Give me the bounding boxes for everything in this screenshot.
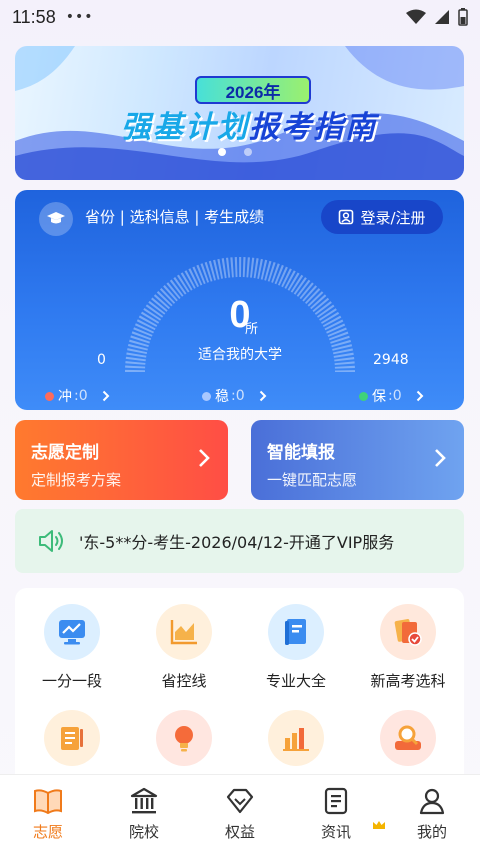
chevron-right-icon [435,449,446,467]
tier-stable[interactable]: 稳 :0 [202,386,267,406]
book-icon [268,604,324,660]
gauge-min: 0 [97,352,106,368]
status-dots: ••• [65,9,94,25]
cards-check-icon [380,604,436,660]
nav-benefits-label: 权益 [224,823,255,841]
notepad-icon [44,710,100,766]
banner-pagination-dots [218,148,252,156]
tool-majors-label: 专业大全 [265,672,326,690]
tier-rush-label: 冲 [58,389,72,405]
user-card-icon [339,209,354,225]
score-card: 省份 | 选科信息 | 考生成绩 登录/注册 0 2948 0 所 适合我的大学… [15,190,464,410]
tool-search-person[interactable] [353,710,463,766]
tier-safe-dot [359,391,368,401]
nav-application-label: 志愿 [32,823,63,841]
tier-stable-label: 稳 [215,389,229,405]
tool-lightbulb[interactable] [129,710,239,766]
tier-rush-dot [45,391,54,401]
tier-rush[interactable]: 冲 :0 [45,386,110,406]
tool-notepad[interactable] [17,710,127,766]
nav-news[interactable]: 资讯 [296,787,376,842]
lightbulb-icon [156,710,212,766]
custom-application-card[interactable]: 志愿定制 定制报考方案 [15,420,228,500]
diamond-icon [226,788,254,814]
wifi-icon [406,9,426,24]
smart-fill-subtitle: 一键匹配志愿 [267,471,358,489]
battery-icon [458,8,468,26]
university-caption: 适合我的大学 [198,347,282,363]
nav-colleges-label: 院校 [128,823,159,841]
nav-benefits[interactable]: 权益 [200,787,280,842]
signal-icon [435,10,449,24]
speaker-icon [39,530,63,552]
tool-bar-chart[interactable] [241,710,351,766]
promo-banner[interactable]: 2026年 强基计划报考指南 [15,46,464,180]
news-icon [324,787,348,815]
nav-colleges[interactable]: 院校 [104,787,184,842]
nav-profile[interactable]: 我的 [392,787,472,842]
custom-application-subtitle: 定制报考方案 [31,471,122,489]
tools-grid: 一分一段 省控线 专业大全 新高考选科 [15,588,464,788]
banner-title-part2: 报考指南 [249,110,377,145]
tool-subject-selection-label: 新高考选科 [370,672,446,690]
tier-stable-dot [202,391,211,401]
announcement-text: '东-5**分-考生-2026/04/12-开通了VIP服务 [79,533,395,552]
tier-safe-count: :0 [388,388,402,404]
exam-info-link[interactable]: 省份 | 选科信息 | 考生成绩 [85,206,264,227]
chevron-right-icon [259,390,267,402]
tier-safe-label: 保 [372,389,386,405]
university-unit: 所 [245,322,259,337]
gauge-max: 2948 [373,352,409,368]
custom-application-title: 志愿定制 [31,443,99,463]
status-bar: 11:58 ••• [0,0,480,34]
nav-profile-label: 我的 [416,823,447,841]
bar-chart-icon [268,710,324,766]
building-icon [130,787,158,814]
status-time: 11:58 [12,6,56,27]
tier-rush-count: :0 [74,388,88,404]
smart-fill-title: 智能填报 [267,443,335,463]
smart-fill-card[interactable]: 智能填报 一键匹配志愿 [251,420,464,500]
chevron-right-icon [199,449,210,467]
university-count: 0 [229,294,251,336]
nav-application[interactable]: 志愿 [8,787,88,842]
search-person-icon [380,710,436,766]
tool-control-line-label: 省控线 [161,672,207,690]
graduation-cap-icon [39,202,73,236]
bottom-navigation: 志愿 院校 权益 资讯 我的 [0,774,480,853]
tool-subject-selection[interactable]: 新高考选科 [353,604,463,691]
tool-majors[interactable]: 专业大全 [241,604,351,691]
banner-dot-1[interactable] [218,148,226,156]
person-icon [419,788,445,815]
login-register-label: 登录/注册 [360,208,426,227]
area-chart-icon [156,604,212,660]
tier-safe[interactable]: 保 :0 [359,386,424,406]
tool-score-rank[interactable]: 一分一段 [17,604,127,691]
nav-news-label: 资讯 [320,823,351,841]
tier-stable-count: :0 [231,388,245,404]
announcement-marquee: '东-5**分-考生-2026/04/12-开通了VIP服务 [15,509,464,573]
login-register-button[interactable]: 登录/注册 [321,200,443,234]
tool-score-rank-label: 一分一段 [41,672,102,690]
banner-dot-2[interactable] [244,148,252,156]
banner-year-badge: 2026年 [195,76,311,104]
tool-control-line[interactable]: 省控线 [129,604,239,691]
monitor-chart-icon [44,604,100,660]
banner-title: 强基计划报考指南 [59,102,439,146]
crown-icon [373,821,385,829]
chevron-right-icon [102,390,110,402]
status-icons [406,8,468,26]
banner-title-part1: 强基计划 [121,110,249,145]
open-book-icon [34,789,62,815]
chevron-right-icon [416,390,424,402]
